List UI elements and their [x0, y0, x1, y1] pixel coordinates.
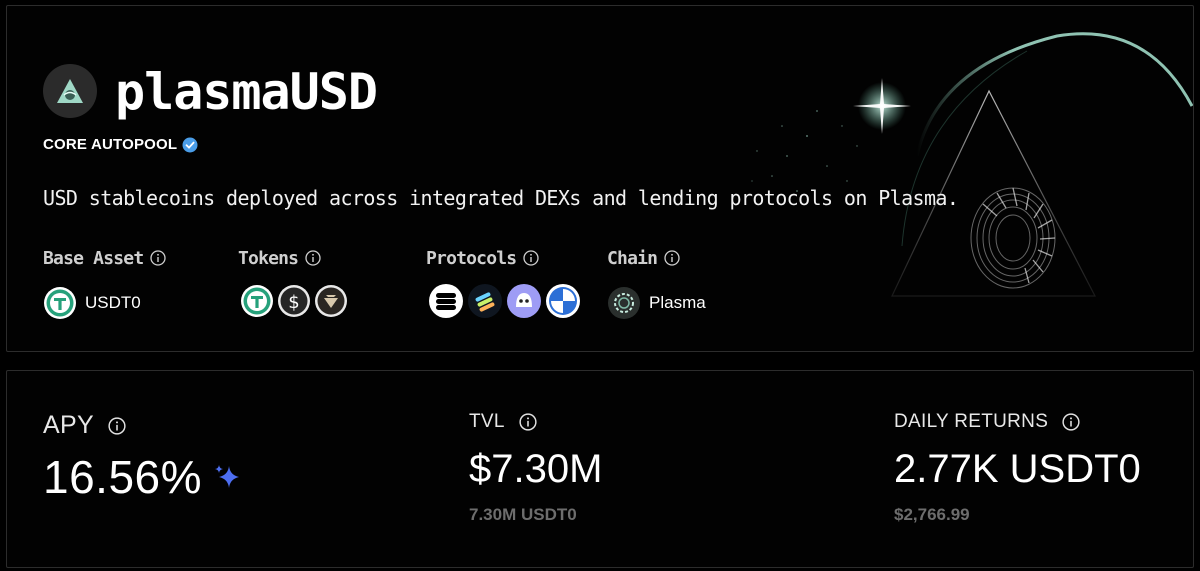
protocol-a-icon[interactable]: [428, 283, 464, 324]
base-asset-label: Base Asset: [43, 247, 144, 269]
pool-logo: [43, 64, 97, 118]
stat-daily-returns: DAILY RETURNS 2.77K USDT0 $2,766.99: [894, 411, 1141, 525]
meta-protocols: Protocols: [426, 246, 581, 320]
chain-label: Chain: [607, 247, 658, 269]
sparkle-icon: [215, 465, 240, 488]
usdt0-icon[interactable]: [240, 284, 274, 323]
info-icon[interactable]: [523, 250, 539, 266]
decorative-orbit-artwork: [751, 32, 1193, 297]
usd-icon[interactable]: $: [277, 284, 311, 323]
base-asset-value: USDT0: [85, 293, 141, 312]
plasma-icon: [608, 287, 640, 319]
svg-text:$: $: [288, 292, 299, 313]
info-icon[interactable]: [305, 250, 321, 266]
daily-returns-value: 2.77K USDT0: [894, 447, 1141, 491]
pool-title: plasmaUSD: [115, 63, 378, 121]
protocol-d-icon[interactable]: [545, 283, 581, 324]
info-icon[interactable]: [108, 416, 126, 435]
pool-description: USD stablecoins deployed across integrat…: [43, 186, 959, 210]
daily-returns-sub-value: $2,766.99: [894, 505, 970, 524]
chain-value: Plasma: [649, 293, 706, 312]
meta-chain: Chain Plasma: [607, 246, 706, 320]
info-icon[interactable]: [1062, 413, 1080, 431]
info-icon[interactable]: [150, 250, 167, 266]
tokens-label: Tokens: [238, 247, 299, 269]
pool-stats-card: APY 16.56% TVL $7.30M 7.30M USDT0 DAILY …: [6, 370, 1194, 568]
stat-tvl: TVL $7.30M 7.30M USDT0: [469, 411, 602, 525]
verified-check-icon: [182, 137, 198, 152]
pool-category-badge: CORE AUTOPOOL: [43, 136, 198, 153]
info-icon[interactable]: [664, 250, 680, 266]
info-icon[interactable]: [519, 413, 537, 431]
tvl-value: $7.30M: [469, 447, 603, 491]
pool-header-card: plasmaUSD CORE AUTOPOOL USD stablecoins …: [6, 5, 1194, 352]
tvl-sub-value: 7.30M USDT0: [469, 505, 577, 524]
meta-base-asset: Base Asset USDT0: [43, 246, 167, 320]
tvl-label: TVL: [469, 411, 505, 432]
plasma-pyramid-icon: [57, 79, 83, 103]
daily-returns-label: DAILY RETURNS: [894, 411, 1049, 432]
protocols-label: Protocols: [426, 247, 517, 269]
usdt0-icon: [44, 287, 76, 319]
meta-tokens: Tokens $: [238, 246, 348, 320]
protocol-b-icon[interactable]: [467, 283, 503, 324]
pool-category-label: CORE AUTOPOOL: [43, 136, 178, 153]
protocol-c-icon[interactable]: [506, 283, 542, 324]
apy-value: 16.56%: [43, 451, 203, 503]
stat-apy: APY 16.56%: [43, 411, 242, 504]
token-icon[interactable]: [314, 284, 348, 323]
apy-label: APY: [43, 411, 94, 439]
